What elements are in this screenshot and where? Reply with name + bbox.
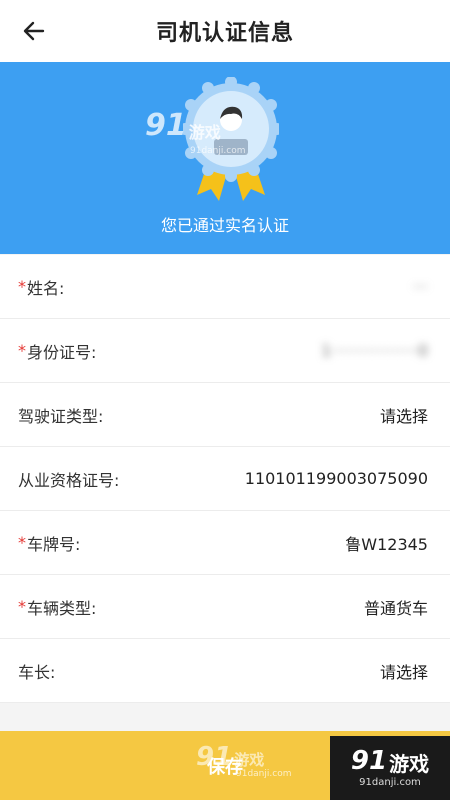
qualification-number-value[interactable]: 110101199003075090 [245, 469, 428, 488]
vehicle-type-select[interactable]: 普通货车 [364, 595, 428, 619]
save-watermark: 91 游戏 [196, 742, 265, 772]
required-mark: * [18, 597, 26, 616]
logo-brand: 91 [350, 746, 388, 776]
save-watermark-url: 91danji.com [236, 769, 292, 779]
vehicle-length-select[interactable]: 请选择 [380, 659, 428, 683]
license-type-select[interactable]: 请选择 [380, 403, 428, 427]
required-mark: * [18, 341, 26, 360]
required-mark: * [18, 533, 26, 552]
banner-watermark-url: 91danji.com [190, 146, 246, 156]
driver-info-form: * 姓名: ··· * 身份证号: 1·················0 驾驶证类… [0, 255, 450, 703]
vehicle-type-label: * 车辆类型: [18, 597, 97, 618]
vehicle-length-label: 车长: [18, 662, 56, 682]
top-bar: 司机认证信息 [0, 0, 450, 62]
license-type-label: 驾驶证类型: [18, 406, 104, 426]
page-title: 司机认证信息 [155, 21, 294, 46]
form-row-qualification-number[interactable]: 从业资格证号: 110101199003075090 [0, 447, 450, 511]
qualification-number-label: 从业资格证号: [18, 470, 120, 490]
name-label: * 姓名: [18, 277, 65, 298]
form-row-plate-number[interactable]: * 车牌号: 鲁W12345 [0, 511, 450, 575]
logo-url: 91danji.com [359, 777, 421, 788]
id-number-value: 1·················0 [321, 341, 428, 360]
banner-watermark: 91 游戏 [145, 108, 221, 143]
required-mark: * [18, 277, 26, 296]
form-row-vehicle-length[interactable]: 车长: 请选择 [0, 639, 450, 703]
id-number-label: * 身份证号: [18, 341, 97, 362]
arrow-left-icon [23, 21, 45, 41]
plate-number-value[interactable]: 鲁W12345 [345, 531, 428, 555]
form-row-id-number[interactable]: * 身份证号: 1·················0 [0, 319, 450, 383]
site-logo-watermark: 91 游戏 91danji.com [330, 736, 450, 800]
name-value: ··· [412, 277, 428, 296]
form-row-license-type[interactable]: 驾驶证类型: 请选择 [0, 383, 450, 447]
back-button[interactable] [18, 15, 50, 47]
logo-text: 游戏 [389, 752, 430, 776]
verification-banner: 91 游戏 91danji.com 您已通过实名认证 [0, 62, 450, 254]
verification-status-text: 您已通过实名认证 [160, 216, 289, 235]
form-row-name[interactable]: * 姓名: ··· [0, 255, 450, 319]
plate-number-label: * 车牌号: [18, 533, 81, 554]
form-row-vehicle-type[interactable]: * 车辆类型: 普通货车 [0, 575, 450, 639]
